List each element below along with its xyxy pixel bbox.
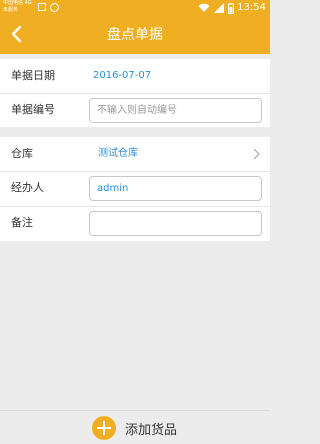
page-title: 盘点单据 [107, 27, 163, 43]
add-goods-label: 添加货品 [125, 422, 178, 438]
system-icons: 13:54 [198, 1, 266, 15]
notification-icons [38, 3, 59, 12]
handler-label: 经办人 [11, 181, 44, 194]
form-card-document: 单据日期 2016-07-07 单据编号 不输入则自动编号 [0, 59, 270, 127]
number-row: 单据编号 不输入则自动编号 [0, 94, 270, 126]
carrier-name: 中国电信 4G [3, 0, 32, 6]
smiley-icon [50, 3, 59, 12]
signal-icon [214, 3, 225, 13]
battery-icon [228, 2, 235, 14]
carrier-info: 中国电信 4G 未服务 [3, 0, 32, 14]
handler-input[interactable]: admin [89, 176, 262, 201]
chevron-right-icon [253, 148, 260, 160]
clock: 13:54 [237, 2, 266, 13]
number-input[interactable]: 不输入则自动编号 [89, 98, 262, 123]
number-label: 单据编号 [11, 103, 55, 116]
warehouse-row[interactable]: 仓库 测试仓库 [0, 138, 270, 170]
remark-input[interactable] [89, 211, 262, 236]
carrier-status: 未服务 [3, 7, 19, 13]
remark-row: 备注 [0, 207, 270, 239]
add-goods-button[interactable]: 添加货品 [92, 416, 177, 440]
remark-label: 备注 [11, 216, 33, 229]
warehouse-value[interactable]: 测试仓库 [98, 138, 138, 170]
form-card-details: 仓库 测试仓库 经办人 admin 备注 [0, 137, 270, 241]
image-icon [38, 3, 46, 11]
plus-circle-icon [92, 416, 116, 440]
handler-row: 经办人 admin [0, 172, 270, 204]
wifi-icon [198, 3, 210, 12]
date-value[interactable]: 2016-07-07 [93, 60, 151, 92]
date-label: 单据日期 [11, 69, 55, 82]
date-row[interactable]: 单据日期 2016-07-07 [0, 60, 270, 92]
nav-bar: 盘点单据 [0, 17, 270, 54]
warehouse-label: 仓库 [11, 147, 33, 160]
status-bar: 中国电信 4G 未服务 13:54 [0, 0, 270, 17]
bottom-bar: 添加货品 [0, 410, 270, 444]
